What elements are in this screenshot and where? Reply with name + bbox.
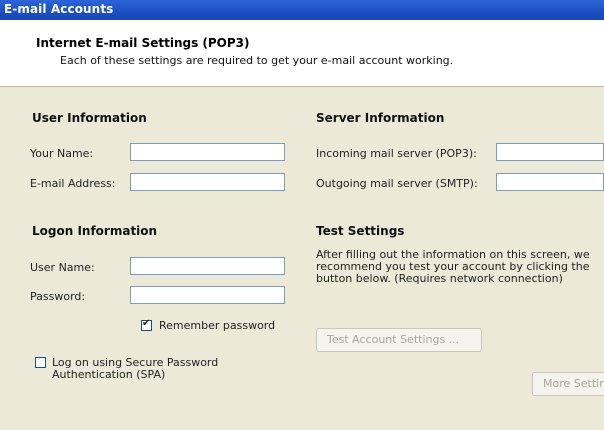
dialog-header: Internet E-mail Settings (POP3) Each of … (0, 20, 604, 87)
spa-checkbox[interactable] (35, 357, 46, 368)
test-desc-line3: button below. (Requires network connecti… (316, 272, 563, 285)
incoming-server-label: Incoming mail server (POP3): (316, 147, 477, 160)
title-bar: E-mail Accounts (0, 0, 604, 20)
logon-information-heading: Logon Information (32, 224, 158, 238)
header-title: Internet E-mail Settings (POP3) (36, 36, 250, 50)
remember-password-label: Remember password (159, 319, 276, 332)
your-name-input[interactable] (130, 143, 285, 161)
header-subtitle: Each of these settings are required to g… (60, 54, 454, 67)
outgoing-server-input[interactable] (496, 173, 604, 191)
more-settings-button[interactable]: More Settings (532, 372, 604, 396)
email-address-label: E-mail Address: (30, 177, 116, 190)
remember-password-checkbox[interactable] (141, 318, 152, 331)
server-information-heading: Server Information (316, 111, 445, 125)
test-settings-heading: Test Settings (316, 224, 405, 238)
email-address-input[interactable] (130, 173, 285, 191)
outgoing-server-label: Outgoing mail server (SMTP): (316, 177, 478, 190)
test-account-settings-button[interactable]: Test Account Settings ... (316, 328, 482, 352)
user-name-input[interactable] (130, 257, 285, 275)
password-label: Password: (30, 290, 86, 303)
user-information-heading: User Information (32, 111, 147, 125)
test-settings-description: After filling out the information on thi… (316, 249, 590, 285)
user-name-label: User Name: (30, 261, 95, 274)
your-name-label: Your Name: (30, 147, 94, 160)
window-title: E-mail Accounts (4, 2, 114, 16)
incoming-server-input[interactable] (496, 143, 604, 161)
spa-label-line2: Authentication (SPA) (52, 368, 166, 381)
password-input[interactable] (130, 286, 285, 304)
dialog-body: User Information Your Name: E-mail Addre… (0, 87, 604, 430)
